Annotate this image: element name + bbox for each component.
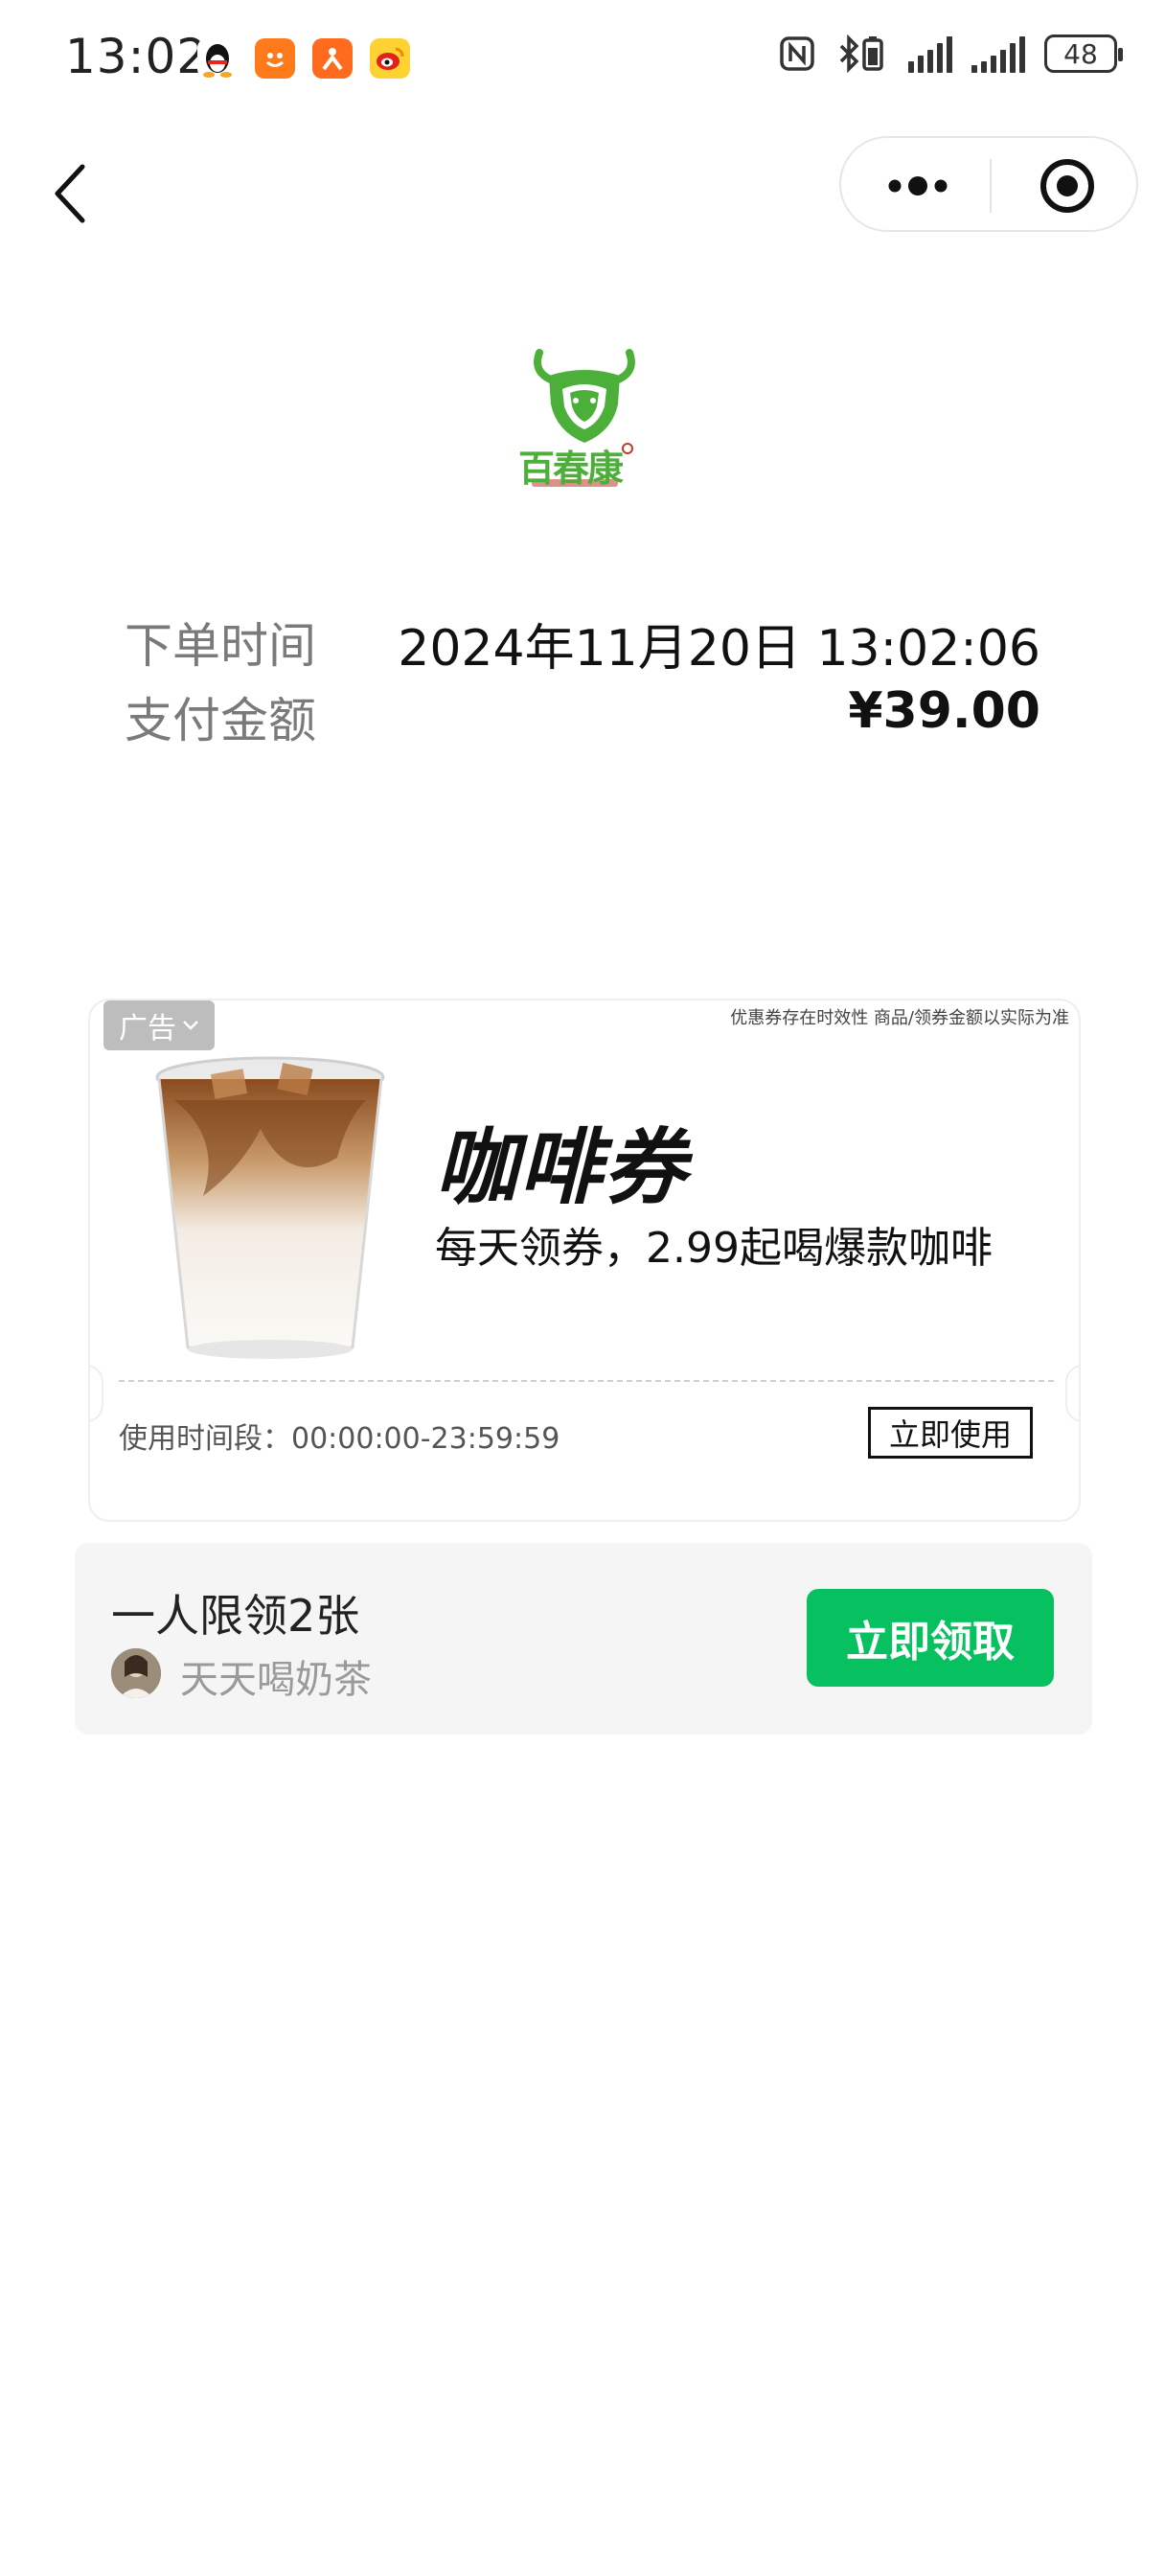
status-time: 13:02 (65, 29, 209, 84)
more-button[interactable] (879, 157, 956, 215)
use-now-button[interactable]: 立即使用 (868, 1407, 1033, 1459)
ad-tag-label: 广告 (119, 1012, 176, 1046)
coupon-disclaimer: 优惠券存在时效性 商品/领券金额以实际为准 (730, 1008, 1069, 1028)
payment-amount-value: ¥39.00 (848, 682, 1040, 740)
status-indicators: 48 (778, 34, 1123, 73)
back-button[interactable] (48, 161, 96, 226)
signal-icon-2 (971, 34, 1025, 73)
order-time-label: 下单时间 (125, 618, 316, 674)
claim-limit-text: 一人限领2张 (111, 1590, 360, 1642)
coupon-title: 咖啡券 (435, 1120, 688, 1216)
mini-program-capsule (839, 136, 1138, 232)
signal-icon (908, 34, 952, 73)
capsule-divider (990, 159, 992, 213)
publisher-name: 天天喝奶茶 (180, 1658, 372, 1702)
avatar (111, 1648, 161, 1698)
nfc-icon (780, 36, 814, 71)
coupon-subtitle: 每天领券，2.99起喝爆款咖啡 (435, 1224, 993, 1273)
qq-icon (197, 38, 238, 79)
payment-amount-label: 支付金额 (125, 693, 316, 748)
ticket-notch-right (1065, 1365, 1079, 1422)
payment-amount-row: 支付金额 ¥39.00 (125, 682, 1040, 749)
ticket-notch-left (90, 1365, 103, 1422)
target-close-icon (1040, 159, 1094, 213)
taobao-icon (255, 38, 295, 79)
bluetooth-battery-icon (839, 34, 883, 73)
order-time-value: 2024年11月20日 13:02:06 (398, 620, 1040, 678)
coupon-use-time: 使用时间段：00:00:00-23:59:59 (119, 1422, 560, 1456)
merchant-logo: 百春康 (513, 335, 656, 503)
notification-apps (197, 38, 410, 79)
app-icon (312, 38, 353, 79)
coupon-divider (119, 1380, 1054, 1382)
chevron-left-icon (55, 164, 85, 223)
order-time-row: 下单时间 2024年11月20日 13:02:06 (125, 608, 1040, 678)
chevron-down-icon (183, 1021, 198, 1030)
claim-now-button[interactable]: 立即领取 (807, 1589, 1054, 1687)
coupon-ad-card[interactable]: 广告 优惠券存在时效性 商品/领券金额以实际为准 咖啡券 每天领券，2.99起喝… (88, 999, 1081, 1522)
claim-bar: 一人限领2张 天天喝奶茶 立即领取 (75, 1543, 1092, 1735)
logo-text: 百春康 (518, 448, 624, 490)
close-button[interactable] (1039, 157, 1096, 215)
battery-icon: 48 (1044, 34, 1123, 73)
status-bar: 13:02 48 (0, 0, 1165, 115)
iced-coffee-image (146, 1043, 395, 1359)
more-dots-icon (888, 176, 948, 196)
weibo-icon (370, 38, 410, 79)
